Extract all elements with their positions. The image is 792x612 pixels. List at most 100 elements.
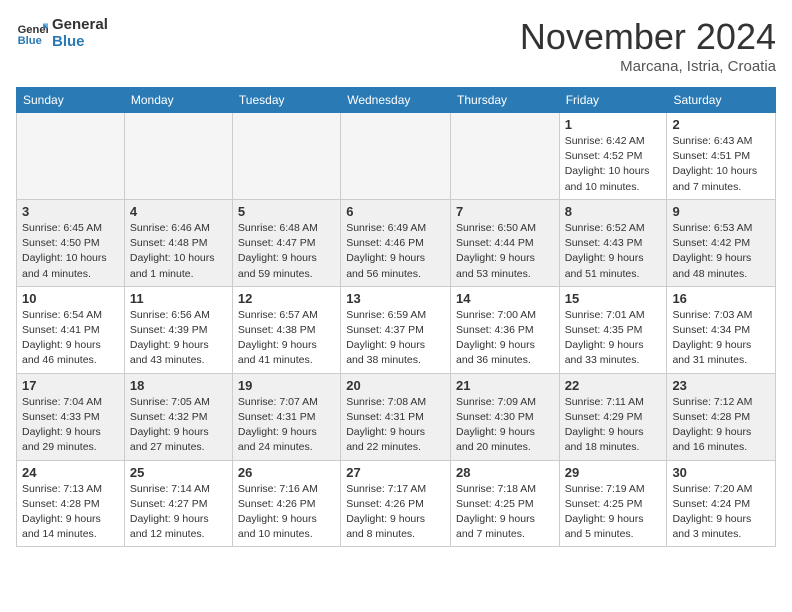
calendar-day [232,113,340,200]
day-number: 5 [238,204,335,219]
calendar-week-row: 24Sunrise: 7:13 AM Sunset: 4:28 PM Dayli… [17,460,776,547]
day-number: 7 [456,204,554,219]
day-info: Sunrise: 6:52 AM Sunset: 4:43 PM Dayligh… [565,221,662,282]
day-info: Sunrise: 6:54 AM Sunset: 4:41 PM Dayligh… [22,308,119,369]
calendar-day: 7Sunrise: 6:50 AM Sunset: 4:44 PM Daylig… [451,199,560,286]
calendar-day: 6 Sunrise: 6:49 AM Sunset: 4:46 PM Daylig… [341,199,451,286]
day-number: 26 [238,465,335,480]
svg-text:Blue: Blue [18,35,42,47]
calendar-day: 5 Sunrise: 6:48 AM Sunset: 4:47 PM Daylig… [232,199,340,286]
logo-blue: Blue [52,33,108,50]
calendar-day: 16 Sunrise: 7:03 AM Sunset: 4:34 PM Dayli… [667,286,776,373]
calendar-day: 23 Sunrise: 7:12 AM Sunset: 4:28 PM Dayli… [667,373,776,460]
day-info: Sunrise: 7:12 AM Sunset: 4:28 PM Dayligh… [672,395,770,456]
day-info: Sunrise: 7:18 AM Sunset: 4:25 PM Dayligh… [456,482,554,543]
calendar-day: 17 Sunrise: 7:04 AM Sunset: 4:33 PM Dayli… [17,373,125,460]
calendar-day: 27 Sunrise: 7:17 AM Sunset: 4:26 PM Dayli… [341,460,451,547]
day-info: Sunrise: 7:05 AM Sunset: 4:32 PM Dayligh… [130,395,227,456]
calendar-day: 24Sunrise: 7:13 AM Sunset: 4:28 PM Dayli… [17,460,125,547]
day-number: 2 [672,117,770,132]
calendar-day: 10 Sunrise: 6:54 AM Sunset: 4:41 PM Dayli… [17,286,125,373]
day-info: Sunrise: 7:07 AM Sunset: 4:31 PM Dayligh… [238,395,335,456]
day-number: 20 [346,378,445,393]
day-number: 3 [22,204,119,219]
month-title: November 2024 [520,16,776,58]
day-number: 1 [565,117,662,132]
day-number: 9 [672,204,770,219]
day-number: 25 [130,465,227,480]
day-info: Sunrise: 7:14 AM Sunset: 4:27 PM Dayligh… [130,482,227,543]
calendar-day: 21 Sunrise: 7:09 AM Sunset: 4:30 PM Dayli… [451,373,560,460]
calendar-week-row: 3 Sunrise: 6:45 AM Sunset: 4:50 PM Daylig… [17,199,776,286]
day-number: 11 [130,291,227,306]
day-number: 6 [346,204,445,219]
day-header-thursday: Thursday [451,88,560,113]
day-number: 30 [672,465,770,480]
calendar-day: 12 Sunrise: 6:57 AM Sunset: 4:38 PM Dayli… [232,286,340,373]
day-info: Sunrise: 6:56 AM Sunset: 4:39 PM Dayligh… [130,308,227,369]
day-info: Sunrise: 7:01 AM Sunset: 4:35 PM Dayligh… [565,308,662,369]
day-header-tuesday: Tuesday [232,88,340,113]
day-info: Sunrise: 7:00 AM Sunset: 4:36 PM Dayligh… [456,308,554,369]
calendar-day: 8 Sunrise: 6:52 AM Sunset: 4:43 PM Daylig… [559,199,667,286]
calendar-day: 30Sunrise: 7:20 AM Sunset: 4:24 PM Dayli… [667,460,776,547]
calendar-day: 15Sunrise: 7:01 AM Sunset: 4:35 PM Dayli… [559,286,667,373]
day-number: 19 [238,378,335,393]
day-number: 14 [456,291,554,306]
location-subtitle: Marcana, Istria, Croatia [520,58,776,75]
day-info: Sunrise: 7:13 AM Sunset: 4:28 PM Dayligh… [22,482,119,543]
day-info: Sunrise: 7:17 AM Sunset: 4:26 PM Dayligh… [346,482,445,543]
logo-icon: General Blue [16,17,48,49]
day-info: Sunrise: 7:04 AM Sunset: 4:33 PM Dayligh… [22,395,119,456]
day-number: 12 [238,291,335,306]
calendar-day: 13 Sunrise: 6:59 AM Sunset: 4:37 PM Dayli… [341,286,451,373]
day-number: 28 [456,465,554,480]
day-number: 18 [130,378,227,393]
day-number: 29 [565,465,662,480]
day-header-saturday: Saturday [667,88,776,113]
day-number: 8 [565,204,662,219]
calendar-header-row: SundayMondayTuesdayWednesdayThursdayFrid… [17,88,776,113]
calendar-day: 19 Sunrise: 7:07 AM Sunset: 4:31 PM Dayli… [232,373,340,460]
calendar-week-row: 1 Sunrise: 6:42 AM Sunset: 4:52 PM Daylig… [17,113,776,200]
calendar-day: 14 Sunrise: 7:00 AM Sunset: 4:36 PM Dayli… [451,286,560,373]
day-info: Sunrise: 7:09 AM Sunset: 4:30 PM Dayligh… [456,395,554,456]
day-number: 22 [565,378,662,393]
day-number: 27 [346,465,445,480]
day-info: Sunrise: 6:48 AM Sunset: 4:47 PM Dayligh… [238,221,335,282]
day-number: 23 [672,378,770,393]
calendar-day: 1 Sunrise: 6:42 AM Sunset: 4:52 PM Daylig… [559,113,667,200]
day-number: 13 [346,291,445,306]
calendar-day: 11 Sunrise: 6:56 AM Sunset: 4:39 PM Dayli… [124,286,232,373]
day-header-friday: Friday [559,88,667,113]
page-header: General Blue General Blue November 2024 … [16,16,776,75]
day-header-wednesday: Wednesday [341,88,451,113]
calendar-day: 18 Sunrise: 7:05 AM Sunset: 4:32 PM Dayli… [124,373,232,460]
day-number: 4 [130,204,227,219]
day-info: Sunrise: 6:46 AM Sunset: 4:48 PM Dayligh… [130,221,227,282]
day-info: Sunrise: 6:57 AM Sunset: 4:38 PM Dayligh… [238,308,335,369]
calendar-day: 26Sunrise: 7:16 AM Sunset: 4:26 PM Dayli… [232,460,340,547]
day-number: 17 [22,378,119,393]
day-info: Sunrise: 7:03 AM Sunset: 4:34 PM Dayligh… [672,308,770,369]
day-info: Sunrise: 6:49 AM Sunset: 4:46 PM Dayligh… [346,221,445,282]
calendar-day: 2Sunrise: 6:43 AM Sunset: 4:51 PM Daylig… [667,113,776,200]
day-header-monday: Monday [124,88,232,113]
calendar-day [341,113,451,200]
day-info: Sunrise: 7:11 AM Sunset: 4:29 PM Dayligh… [565,395,662,456]
day-info: Sunrise: 6:53 AM Sunset: 4:42 PM Dayligh… [672,221,770,282]
calendar-day: 3 Sunrise: 6:45 AM Sunset: 4:50 PM Daylig… [17,199,125,286]
day-info: Sunrise: 7:19 AM Sunset: 4:25 PM Dayligh… [565,482,662,543]
calendar-day [17,113,125,200]
day-info: Sunrise: 6:42 AM Sunset: 4:52 PM Dayligh… [565,134,662,195]
day-info: Sunrise: 6:45 AM Sunset: 4:50 PM Dayligh… [22,221,119,282]
calendar-day [124,113,232,200]
day-info: Sunrise: 6:59 AM Sunset: 4:37 PM Dayligh… [346,308,445,369]
calendar-week-row: 10 Sunrise: 6:54 AM Sunset: 4:41 PM Dayli… [17,286,776,373]
day-number: 16 [672,291,770,306]
day-number: 10 [22,291,119,306]
day-number: 21 [456,378,554,393]
logo-general: General [52,16,108,33]
day-header-sunday: Sunday [17,88,125,113]
calendar-day: 20Sunrise: 7:08 AM Sunset: 4:31 PM Dayli… [341,373,451,460]
